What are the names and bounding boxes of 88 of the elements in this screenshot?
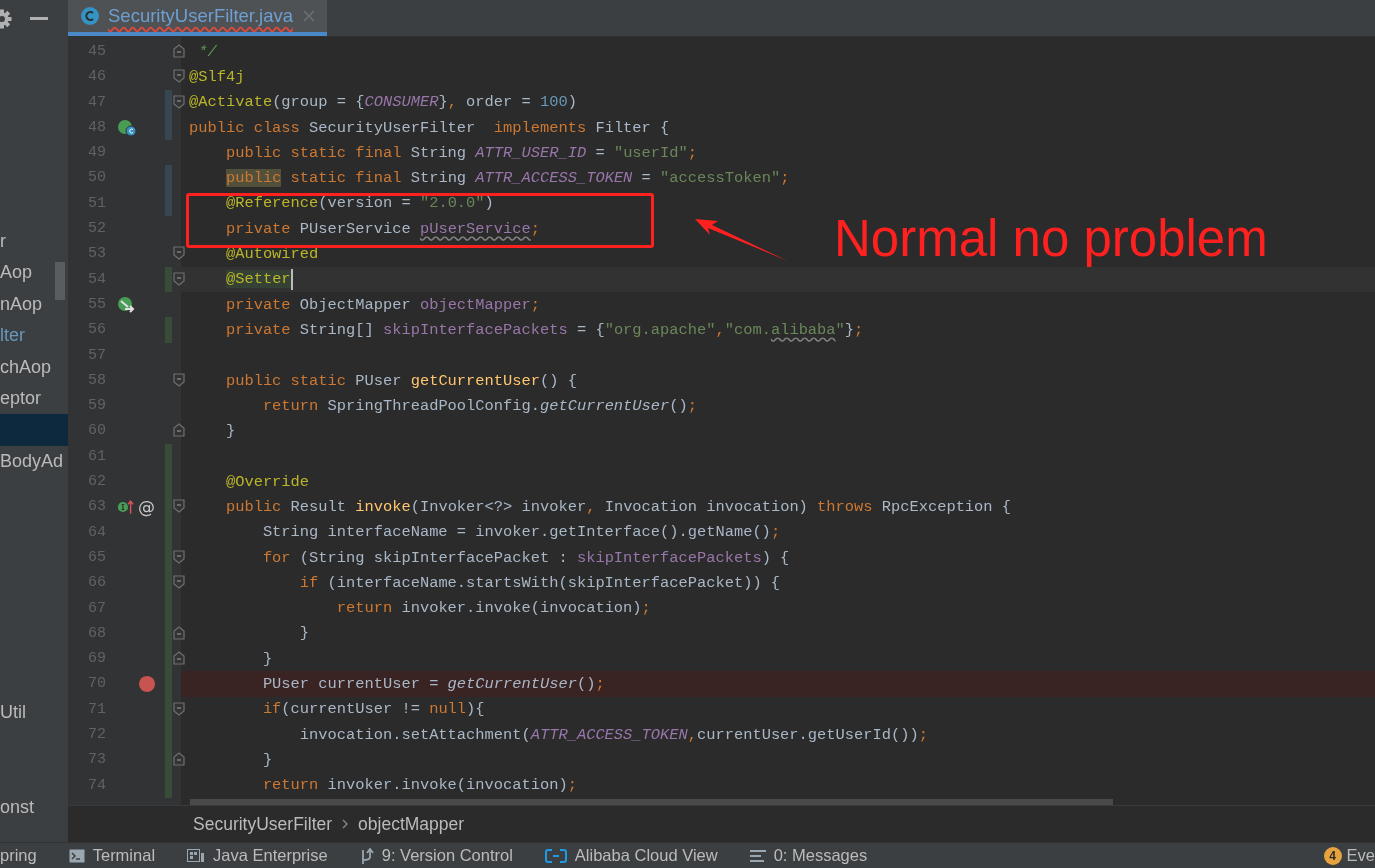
enterprise-icon [187,848,206,863]
tool-window-button[interactable]: 9: Version Control [381,846,513,865]
change-marker[interactable] [165,266,172,292]
editor-tab[interactable]: SecurityUserFilter.java [68,0,327,36]
code-line: if (interfaceName.startsWith(skipInterfacePacket)) { [298,573,781,592]
change-marker[interactable] [165,165,172,191]
project-tree-item[interactable]: onst [0,791,68,823]
branch-icon [359,847,374,864]
fold-icon[interactable] [173,69,185,84]
tool-window-button[interactable]: Alibaba Cloud View [574,846,718,865]
terminal-icon [68,848,85,863]
project-tree-item[interactable]: nAop [0,288,68,321]
fold-icon[interactable] [173,271,185,286]
fold-icon[interactable] [173,752,185,767]
code-line: @Autowired [224,245,319,263]
code-line: return invoker.invoke(invocation); [261,776,577,795]
code-line: public static final String ATTR_USER_ID = "userId"; [224,143,698,162]
tool-window-button[interactable]: 0: Messages [773,846,868,865]
code-line: public class SecurityUserFilter implements Filter { [189,118,670,137]
code-line: @Reference(version = "2.0.0") [224,194,494,213]
tool-window-button[interactable]: Eve [1346,846,1375,865]
code-line: } [261,649,273,668]
code-line: PUser currentUser = getCurrentUser(); [261,675,605,694]
fold-icon[interactable] [173,44,185,58]
breadcrumb[interactable]: SecurityUserFilter [193,813,333,835]
breadcrumb[interactable]: objectMapper [358,813,465,835]
breakpoint-icon[interactable] [139,676,155,693]
code-line: } [261,750,273,769]
implements-method-icon[interactable] [117,498,134,516]
selected-tree-row[interactable] [0,414,68,446]
fold-icon[interactable] [173,651,185,666]
project-tree-item[interactable]: Util [0,697,68,729]
tool-window-button[interactable]: Terminal [92,846,156,865]
fold-icon[interactable] [173,575,185,590]
code-line: public static final String ATTR_ACCESS_TOKEN = "accessToken"; [224,169,790,188]
minimize-icon[interactable] [30,17,48,20]
code-line: private ObjectMapper objectMapper; [224,295,540,314]
subclass-icon[interactable] [117,118,137,137]
fold-icon[interactable] [173,94,185,109]
fold-icon[interactable] [173,246,185,261]
code-line: private String[] skipInterfacePackets = {"org.apache","com.alibaba"}; [224,320,864,339]
code-line: return invoker.invoke(invocation); [335,599,651,618]
code-line: String interfaceName = invoker.getInterface().getName(); [261,523,781,542]
fold-icon[interactable] [173,423,185,438]
tool-window-button[interactable]: Java Enterprise [213,846,328,865]
scrollbar-thumb[interactable] [55,262,65,300]
code-line: public static PUser getCurrentUser() { [224,371,577,390]
code-line: invocation.setAttachment(ATTR_ACCESS_TOKEN,currentUser.getUserId()); [298,725,928,744]
project-tree-item[interactable]: eptor [0,382,68,415]
project-tree-item[interactable]: chAop [0,351,68,383]
code-line: if(currentUser != null){ [261,700,485,719]
code-line: @Override [224,472,310,491]
at-sign-icon[interactable]: @ [138,497,155,517]
change-marker[interactable] [165,114,172,141]
change-marker[interactable] [165,190,172,217]
bean-navigation-icon[interactable] [117,295,137,314]
code-line: } [298,624,310,643]
notification-badge: 4 [1323,846,1342,865]
messages-icon [749,849,766,862]
code-line: @Slf4j [189,67,245,86]
code-line: for (String skipInterfacePacket : skipInterfacePackets) { [261,548,790,567]
cloud-brackets-icon [544,848,567,863]
code-line: } [224,422,236,441]
horizontal-scrollbar[interactable] [190,799,1113,805]
change-marker[interactable] [165,89,172,115]
fold-icon[interactable] [173,549,185,564]
code-line: @Activate(group = {CONSUMER}, order = 100) [189,93,577,112]
project-tree-item[interactable]: BodyAd [0,445,68,478]
close-icon[interactable] [303,10,315,22]
fold-icon[interactable] [173,701,185,716]
project-tree-item[interactable]: r [0,226,68,258]
change-marker[interactable] [165,317,172,343]
fold-icon[interactable] [173,499,185,514]
chevron-icon [342,819,349,829]
change-marker[interactable] [165,772,172,798]
annotation-text: Normal no problem [834,209,1268,268]
tab-title: SecurityUserFilter.java [108,5,294,27]
project-tree-item[interactable]: lter [0,320,68,352]
project-tree-item[interactable]: Aop [0,257,68,289]
fold-icon[interactable] [173,625,185,640]
code-line: */ [197,42,217,61]
code-line: private PUserService pUserService; [224,219,540,238]
code-line: return SpringThreadPoolConfig.getCurrentUser(); [261,396,698,415]
fold-icon[interactable] [173,372,185,387]
class-icon [80,6,100,26]
code-line: public Result invoke(Invoker<?> invoker, Invocation invocation) throws RpcException { [224,498,1012,516]
tool-window-button[interactable]: pring [0,846,37,865]
change-marker[interactable] [165,443,172,470]
